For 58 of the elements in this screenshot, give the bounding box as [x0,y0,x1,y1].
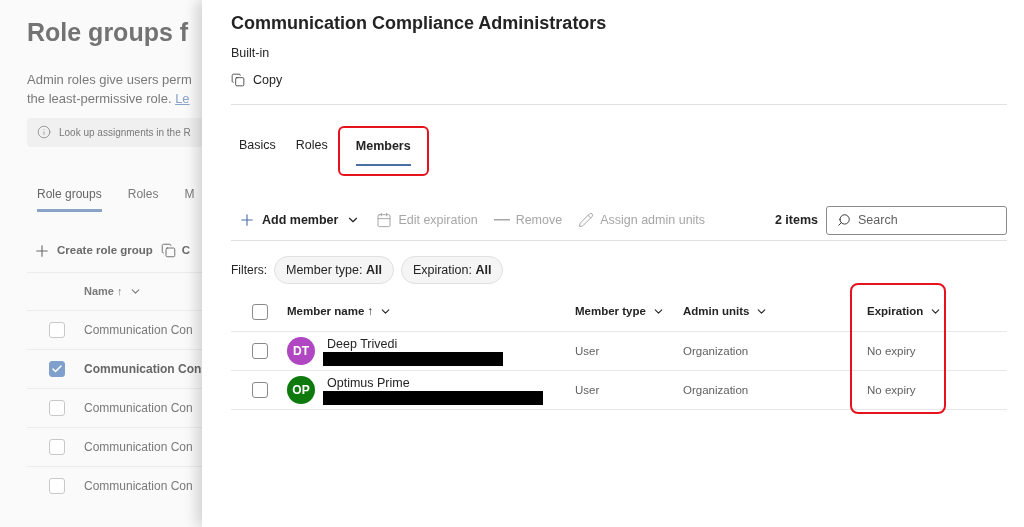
tab[interactable]: Role groups [37,184,102,212]
item-count: 2 items [774,211,818,229]
member-name[interactable]: Optimus Prime [327,375,543,391]
column-header[interactable]: Member type [575,303,646,321]
table-cell-text: No expiry [867,343,917,359]
info-icon [37,125,51,139]
filter-chip[interactable]: Expiration: All [400,256,504,285]
column-header[interactable]: Admin units [683,303,750,321]
checkbox[interactable] [49,360,65,377]
page-title: Role groups f [27,17,190,48]
search-input[interactable]: Search [858,210,998,230]
column-header[interactable]: Member name ↑ [287,303,374,321]
pencil-icon [578,212,595,229]
table-cell-text: Organization [683,382,750,398]
toolbar-button[interactable]: C [160,241,191,260]
table-cell-text: Communication Con [84,477,193,495]
table-cell-text: No expiry [867,382,917,398]
table-cell-text: User [575,343,601,359]
copy-button[interactable]: Copy [231,70,283,90]
table-cell-text: Communication Con [84,360,202,378]
copy-icon [231,73,245,88]
table-cell-text: Communication Con [84,438,193,456]
toolbar-button[interactable]: Create role group [33,241,153,260]
filter-chip[interactable]: Member type: All [274,256,394,285]
toolbar-button[interactable]: Add member [238,210,361,230]
panel-subtitle: Built-in [231,45,271,62]
tab[interactable]: M [184,184,195,212]
check-icon [51,362,63,375]
description-line: Admin roles give users perm [27,70,193,89]
tab[interactable]: Basics [239,135,276,166]
description-line: the least-permissive role. Le [27,89,191,108]
minus-icon [493,219,510,222]
checkbox[interactable] [252,303,268,320]
member-name[interactable]: Deep Trivedi [327,336,503,352]
checkbox[interactable] [49,477,65,494]
checkbox[interactable] [49,321,65,338]
calendar-icon [376,212,393,229]
info-text: Look up assignments in the R [59,125,191,140]
avatar: DT [287,337,315,366]
table-cell-text: Communication Con [84,321,193,339]
checkbox[interactable] [49,399,65,416]
table-cell-text: Organization [683,343,750,359]
checkbox[interactable] [252,382,268,399]
checkbox[interactable] [252,343,268,360]
column-header[interactable]: Expiration [867,303,924,321]
tab[interactable]: Roles [127,184,159,212]
tab[interactable]: Members [355,136,411,167]
copy-icon [160,243,176,258]
table-cell-text: Communication Con [84,399,193,417]
tab[interactable]: Roles [295,135,328,166]
table-cell-text: User [575,382,601,398]
search-field[interactable]: Search [826,205,1007,235]
panel-title: Communication Compliance Administrators [231,12,608,35]
checkbox[interactable] [49,438,65,455]
filters-label: Filters: [231,262,267,280]
avatar: OP [287,376,315,405]
column-header[interactable]: Name ↑ [84,282,123,300]
search-icon [837,213,851,228]
